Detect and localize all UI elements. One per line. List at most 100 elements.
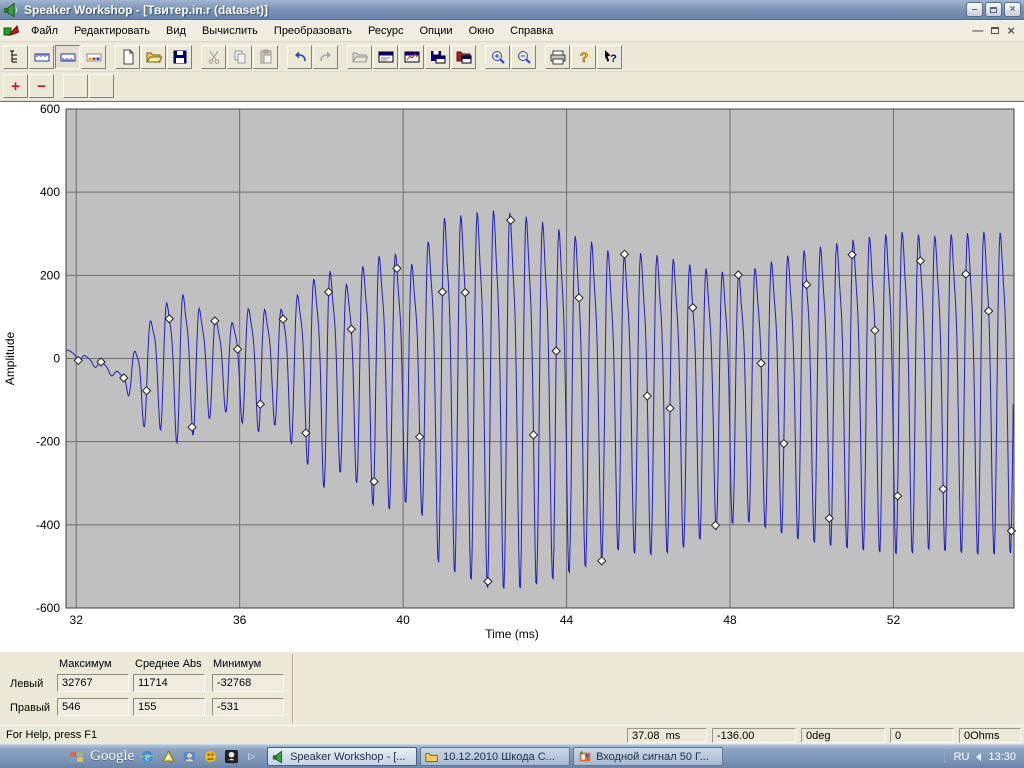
y-tick-label: -200 (36, 435, 60, 449)
y-axis-title: Amplitude (3, 332, 17, 386)
copy-icon (232, 49, 248, 65)
stat-right-avg: 155 (133, 698, 205, 716)
stats-header-avg: Среднее Abs (135, 658, 202, 670)
y-tick-label: 600 (40, 102, 60, 116)
open-button[interactable] (141, 45, 166, 69)
undo-icon (292, 49, 308, 65)
menu-view[interactable]: Вид (158, 21, 194, 41)
mdi-restore-button[interactable] (991, 27, 999, 34)
x-tick-label: 44 (560, 613, 574, 627)
y-tick-label: -600 (36, 601, 60, 615)
cut-button (201, 45, 226, 69)
google-toolbar-label[interactable]: Google (90, 748, 134, 765)
redo-icon (318, 49, 334, 65)
close-button[interactable]: × (1004, 2, 1021, 17)
ruler-view-button-2[interactable] (55, 45, 80, 69)
chart-view: 6004002000-200-400-600323640444852Time (… (0, 101, 1024, 651)
ruler-color-icon (86, 49, 102, 65)
x-tick-label: 36 (233, 613, 247, 627)
y-tick-label: 200 (40, 268, 60, 282)
minus-icon: − (37, 79, 46, 94)
zoom-in-button[interactable] (485, 45, 510, 69)
plus-icon: + (11, 79, 20, 94)
internet-explorer-icon[interactable]: e (140, 749, 155, 764)
menu-edit[interactable]: Редактировать (66, 21, 158, 41)
save-chart-button[interactable] (425, 45, 450, 69)
restore-button[interactable] (985, 2, 1002, 17)
folder-red-icon (456, 49, 472, 65)
menu-options[interactable]: Опции (411, 21, 460, 41)
quick-launch-messenger-icon[interactable] (182, 749, 197, 764)
export-folder-button[interactable] (451, 45, 476, 69)
taskbar-task-folder[interactable]: 10.12.2010 Шкода С... (420, 747, 570, 766)
document-icon[interactable] (3, 23, 19, 39)
ruler-view-button-1[interactable] (29, 45, 54, 69)
save-button[interactable] (167, 45, 192, 69)
mdi-close-button[interactable]: × (1007, 23, 1015, 38)
stats-divider (292, 654, 294, 723)
status-aux: 0 (890, 728, 954, 743)
minimize-button[interactable]: – (966, 2, 983, 17)
svg-text:e: e (145, 752, 150, 763)
svg-text:?: ? (610, 53, 617, 65)
menu-help[interactable]: Справка (502, 21, 561, 41)
stats-row-label-right: Правый (10, 702, 50, 714)
empty-button-2 (89, 74, 114, 98)
menu-transform[interactable]: Преобразовать (266, 21, 360, 41)
windows-flag-icon[interactable] (69, 750, 84, 764)
paste-button (253, 45, 278, 69)
new-button[interactable] (115, 45, 140, 69)
menu-window[interactable]: Окно (461, 21, 503, 41)
add-dataset-button[interactable]: + (3, 74, 28, 98)
restore-icon (990, 7, 997, 13)
waveform-chart[interactable]: 6004002000-200-400-600323640444852Time (… (0, 102, 1024, 652)
about-button[interactable]: ? (571, 45, 596, 69)
print-button[interactable] (545, 45, 570, 69)
chart-window-button[interactable] (399, 45, 424, 69)
context-help-button[interactable]: ? (597, 45, 622, 69)
redo-button (313, 45, 338, 69)
save-chart-icon (430, 49, 446, 65)
stat-left-max: 32767 (57, 674, 129, 692)
stat-left-avg: 11714 (133, 674, 205, 692)
zoom-in-icon (490, 49, 506, 65)
status-message: For Help, press F1 (3, 729, 622, 741)
printer-icon (550, 49, 566, 65)
remove-dataset-button[interactable]: − (29, 74, 54, 98)
zoom-out-button[interactable] (511, 45, 536, 69)
zoom-out-icon (516, 49, 532, 65)
status-time: 37.08 ms (627, 728, 707, 743)
undo-button[interactable] (287, 45, 312, 69)
quick-launch-triangle-icon[interactable] (161, 749, 176, 764)
status-impedance: 0Ohms (959, 728, 1021, 743)
new-document-icon (120, 49, 136, 65)
ruler-icon (34, 49, 50, 65)
speaker-task-icon (272, 750, 286, 764)
task-label: Входной сигнал 50 Г... (596, 751, 709, 763)
quick-launch-expand-icon[interactable]: ▷ (245, 751, 258, 762)
x-tick-label: 48 (723, 613, 737, 627)
language-indicator[interactable]: RU (954, 751, 970, 763)
menu-file[interactable]: Файл (23, 21, 66, 41)
stat-left-min: -32768 (212, 674, 284, 692)
quick-launch-dark-icon[interactable] (224, 749, 239, 764)
paste-clipboard-icon (258, 49, 274, 65)
taskbar-task-speaker-workshop[interactable]: Speaker Workshop - [... (267, 747, 417, 766)
mdi-minimize-button[interactable]: — (972, 25, 983, 37)
open-folder-icon (146, 49, 162, 65)
menu-resource[interactable]: Ресурс (360, 21, 411, 41)
x-tick-label: 32 (70, 613, 84, 627)
hide-icons-chevron[interactable] (976, 753, 981, 761)
stats-header-max: Максимум (59, 658, 112, 670)
ruler-view-button-3[interactable] (81, 45, 106, 69)
taskbar-task-signal[interactable]: Входной сигнал 50 Г... (573, 747, 723, 766)
tree-view-button[interactable] (3, 45, 28, 69)
quick-launch: Google e ▷ (3, 748, 264, 765)
properties-window-button[interactable] (373, 45, 398, 69)
status-bar: For Help, press F1 37.08 ms -136.00 0deg… (0, 725, 1024, 744)
folder-gray-icon (352, 49, 368, 65)
menu-calculate[interactable]: Вычислить (194, 21, 266, 41)
quick-launch-sprite-icon[interactable] (203, 749, 218, 764)
x-axis-title: Time (ms) (485, 627, 539, 641)
svg-text:?: ? (579, 49, 588, 65)
